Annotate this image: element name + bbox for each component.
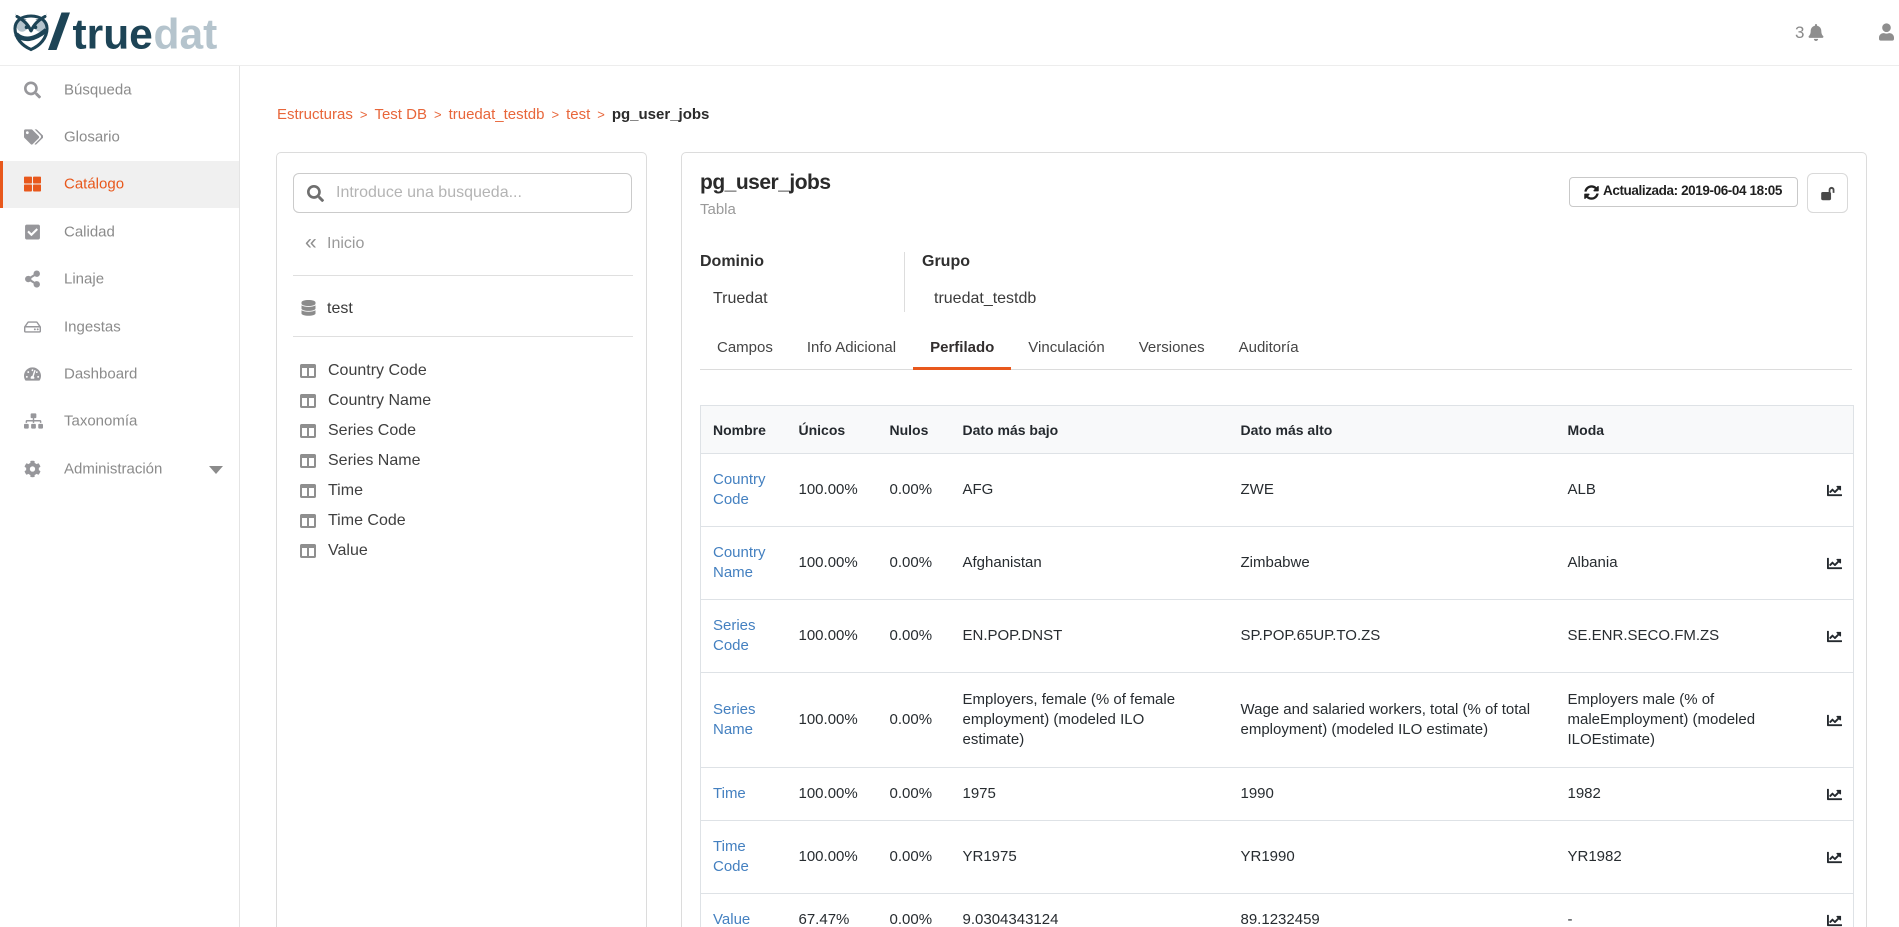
svg-text:dat: dat [154, 12, 218, 59]
svg-text:true: true [73, 12, 153, 59]
